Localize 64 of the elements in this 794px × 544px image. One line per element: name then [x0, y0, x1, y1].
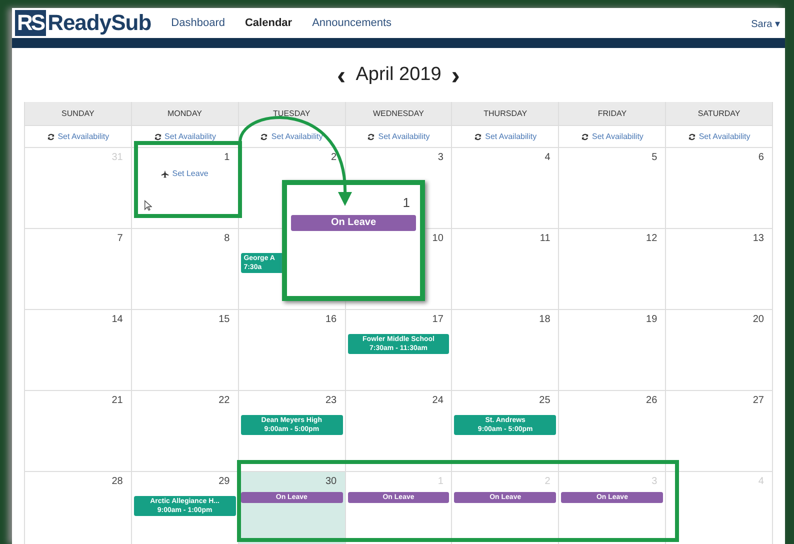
- day-number: 4: [544, 151, 552, 165]
- refresh-icon: [46, 132, 55, 140]
- day-number: 1: [402, 194, 411, 212]
- day-number: 3: [436, 151, 444, 165]
- refresh-icon: [154, 132, 162, 140]
- cursor-icon: [144, 200, 152, 211]
- logo: RS: [15, 10, 46, 36]
- day-number: 5: [650, 151, 658, 165]
- day-number: 19: [645, 313, 658, 327]
- day-number: 8: [223, 232, 231, 246]
- nav-link[interactable]: Dashboard: [171, 14, 225, 32]
- weekday-header: SATURDAY: [666, 102, 773, 126]
- nav-link[interactable]: Announcements: [312, 14, 392, 32]
- day-number: 17: [431, 313, 444, 327]
- day-number: 30: [324, 475, 338, 489]
- next-month-button[interactable]: ›: [451, 62, 460, 88]
- refresh-icon: [367, 132, 376, 140]
- day-number: 25: [538, 394, 552, 408]
- weekday-header: THURSDAY: [452, 102, 560, 126]
- day-number: 1: [223, 151, 231, 165]
- refresh-icon: [474, 132, 482, 140]
- day-number: 22: [218, 394, 231, 408]
- user-menu[interactable]: Sara ▾: [751, 19, 780, 30]
- day-number: 23: [324, 394, 338, 408]
- day-number: 16: [324, 313, 338, 327]
- set-availability-link[interactable]: Set Availability: [367, 130, 430, 142]
- day-number: 6: [757, 151, 765, 165]
- set-availability-link[interactable]: Set Availability: [154, 130, 216, 142]
- refresh-icon: [580, 132, 589, 140]
- refresh-icon: [260, 132, 268, 140]
- day-number: 10: [431, 232, 444, 246]
- weekday-header: WEDNESDAY: [346, 102, 452, 126]
- weekday-header: TUESDAY: [238, 102, 346, 126]
- day-number: 26: [645, 394, 658, 408]
- brand-name: ReadySub: [48, 10, 152, 36]
- day-number: 13: [752, 232, 765, 246]
- day-number: 27: [752, 394, 765, 408]
- weekday-header: SUNDAY: [25, 102, 132, 126]
- refresh-icon: [688, 132, 696, 140]
- plane-icon: [161, 170, 170, 178]
- set-availability-link[interactable]: Set Availability: [46, 130, 110, 142]
- day-number: 21: [110, 394, 124, 408]
- nav-link[interactable]: Calendar: [244, 14, 292, 32]
- day-number: 2: [330, 151, 338, 165]
- day-number: 24: [431, 394, 444, 408]
- day-number: 20: [752, 313, 765, 327]
- day-number: 18: [538, 313, 552, 327]
- set-leave-link[interactable]: Set Leave: [132, 168, 238, 180]
- day-number: 15: [218, 313, 231, 327]
- weekday-header: FRIDAY: [559, 102, 666, 126]
- leave-event[interactable]: On Leave: [291, 215, 416, 231]
- day-number: 11: [538, 232, 552, 246]
- set-availability-link[interactable]: Set Availability: [688, 130, 750, 142]
- day-number: 7: [116, 232, 124, 246]
- set-availability-link[interactable]: Set Availability: [474, 130, 537, 142]
- set-availability-link[interactable]: Set Availability: [580, 130, 644, 142]
- month-title: April 2019: [356, 62, 442, 87]
- weekday-header: MONDAY: [132, 102, 239, 126]
- day-number: 12: [645, 232, 658, 246]
- previous-month-button[interactable]: ‹: [337, 62, 346, 88]
- set-availability-link[interactable]: Set Availability: [260, 130, 323, 142]
- day-number: 29: [218, 475, 231, 489]
- day-number: 28: [110, 475, 124, 489]
- day-number: 14: [110, 313, 124, 327]
